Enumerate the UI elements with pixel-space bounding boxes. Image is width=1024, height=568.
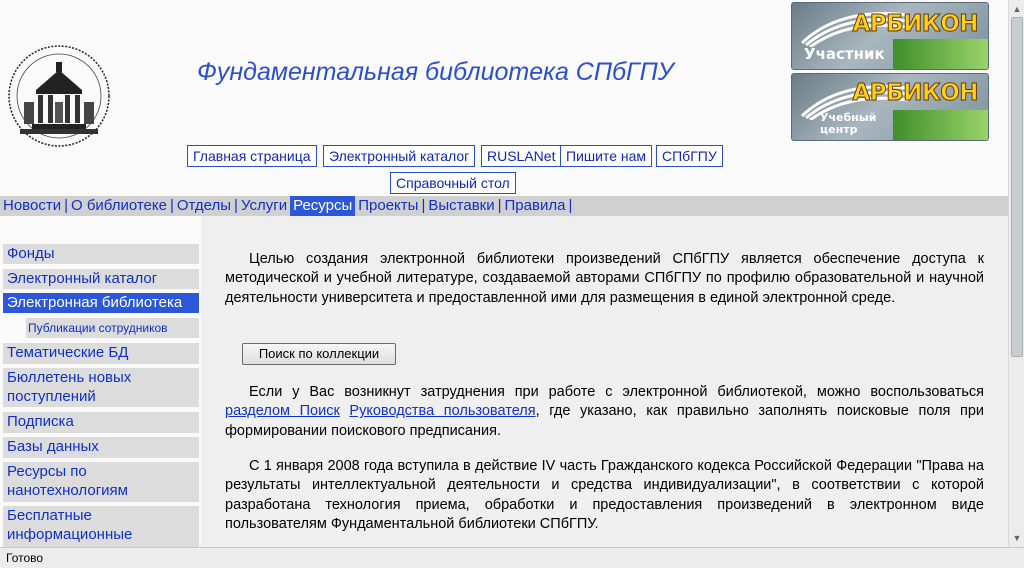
banner-green-stripe (893, 110, 988, 140)
nav-about[interactable]: О библиотеке (68, 196, 170, 216)
sidebar-item-free-info[interactable]: Бесплатные информационные (3, 506, 199, 547)
sidebar-item-funds[interactable]: Фонды (3, 244, 199, 264)
nav-exhibitions[interactable]: Выставки (425, 196, 497, 216)
banner-brand: АРБИКОН (852, 80, 979, 107)
banner-label-line2: центр (820, 123, 858, 136)
vertical-scrollbar[interactable]: ▲ ▼ (1008, 0, 1024, 547)
sidebar-item-new-arrivals[interactable]: Бюллетень новых поступлений (3, 368, 199, 407)
banner-label: Участник (804, 45, 885, 63)
nav-rules[interactable]: Правила (502, 196, 569, 216)
sidebar-item-nanotech[interactable]: Ресурсы по нанотехнологиям (3, 462, 199, 502)
collection-search-button[interactable]: Поиск по коллекции (242, 343, 396, 365)
banner-label: Учебный центр (820, 112, 876, 136)
user-guide-link[interactable]: Руководства пользователя (349, 403, 535, 419)
page-header: Фундаментальная библиотека СПбГПУ Главна… (0, 0, 1008, 196)
status-bar: Готово (0, 547, 1024, 568)
scroll-thumb[interactable] (1011, 17, 1023, 357)
top-link-catalog[interactable]: Электронный каталог (323, 145, 476, 167)
top-link-ruslanet[interactable]: RUSLANet (481, 145, 562, 167)
scroll-up-icon[interactable]: ▲ (1011, 2, 1023, 16)
top-link-reference-desk[interactable]: Справочный стол (390, 172, 516, 194)
sidebar-item-thematic-db[interactable]: Тематические БД (3, 343, 199, 364)
top-link-home[interactable]: Главная страница (187, 145, 317, 167)
intro-paragraph: Целью создания электронной библиотеки пр… (225, 251, 984, 306)
help-paragraph: Если у Вас возникнут затруднения при раб… (225, 383, 984, 441)
sidebar-item-e-library[interactable]: Электронная библиотека (3, 293, 199, 313)
sidebar-item-catalog[interactable]: Электронный каталог (3, 269, 199, 289)
sidebar-menu: Фонды Электронный каталог Электронная би… (0, 216, 201, 547)
law-paragraph: С 1 января 2008 года вступила в действие… (225, 458, 984, 532)
banner-brand: АРБИКОН (852, 11, 979, 38)
nav-services[interactable]: Услуги (238, 196, 290, 216)
sidebar-item-subscription[interactable]: Подписка (3, 412, 199, 433)
top-link-contact[interactable]: Пишите нам (560, 145, 653, 167)
library-logo (6, 42, 112, 150)
search-section-link[interactable]: разделом Поиск (225, 403, 340, 419)
arbicon-training-banner[interactable]: АРБИКОН Учебный центр (791, 73, 989, 141)
nav-resources[interactable]: Ресурсы (290, 196, 356, 216)
help-text-start: Если у Вас возникнут затруднения при раб… (249, 384, 984, 400)
nav-departments[interactable]: Отделы (174, 196, 234, 216)
banner-green-stripe (893, 39, 988, 69)
main-content: Целью создания электронной библиотеки пр… (201, 216, 1008, 547)
nav-news[interactable]: Новости (0, 196, 64, 216)
arbicon-member-banner[interactable]: АРБИКОН Участник (791, 2, 989, 70)
site-title: Фундаментальная библиотека СПбГПУ (197, 58, 674, 86)
sidebar-item-databases[interactable]: Базы данных (3, 437, 199, 458)
nav-projects[interactable]: Проекты (355, 196, 421, 216)
sidebar-subitem-staff-publications[interactable]: Публикации сотрудников (26, 318, 199, 338)
nav-separator: | (568, 197, 573, 214)
top-link-spbgpu[interactable]: СПбГПУ (656, 145, 723, 167)
browser-viewport: Фундаментальная библиотека СПбГПУ Главна… (0, 0, 1008, 547)
main-nav: Новости | О библиотеке | Отделы | Услуги Ресурс… (0, 196, 1008, 216)
status-text: Готово (6, 551, 44, 565)
scroll-down-icon[interactable]: ▼ (1011, 531, 1023, 545)
